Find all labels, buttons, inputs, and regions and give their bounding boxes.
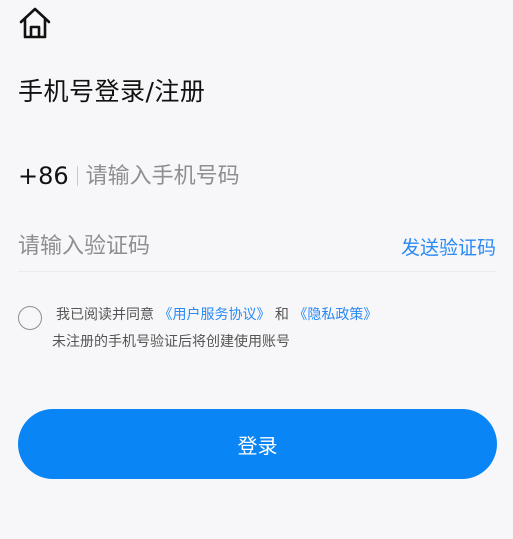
agreement-conjunction: 和 (274, 307, 289, 323)
page-title: 手机号登录/注册 (18, 77, 206, 106)
user-agreement-link[interactable]: 《用户服务协议》 (158, 307, 270, 323)
registration-note: 未注册的手机号验证后将创建使用账号 (52, 334, 290, 350)
login-button[interactable]: 登录 (18, 409, 497, 479)
home-button[interactable] (16, 4, 54, 42)
login-page: 手机号登录/注册 +86 发送验证码 我已阅读并同意 《用户服务协议》 和 《隐… (0, 0, 513, 539)
privacy-policy-link[interactable]: 《隐私政策》 (293, 307, 377, 323)
home-icon (19, 7, 51, 39)
agreement-checkbox[interactable] (18, 306, 42, 330)
agreement-text: 我已阅读并同意 《用户服务协议》 和 《隐私政策》 未注册的手机号验证后将创建使… (52, 302, 377, 356)
verification-field: 发送验证码 (18, 222, 496, 272)
verification-code-input[interactable] (18, 226, 401, 267)
phone-input[interactable] (85, 156, 496, 196)
country-code-selector[interactable]: +86 (18, 162, 75, 190)
agreement-row: 我已阅读并同意 《用户服务协议》 和 《隐私政策》 未注册的手机号验证后将创建使… (18, 302, 496, 356)
send-code-button[interactable]: 发送验证码 (401, 233, 496, 260)
phone-field: +86 (18, 152, 496, 200)
agreement-prefix: 我已阅读并同意 (56, 307, 154, 323)
divider (76, 166, 78, 186)
